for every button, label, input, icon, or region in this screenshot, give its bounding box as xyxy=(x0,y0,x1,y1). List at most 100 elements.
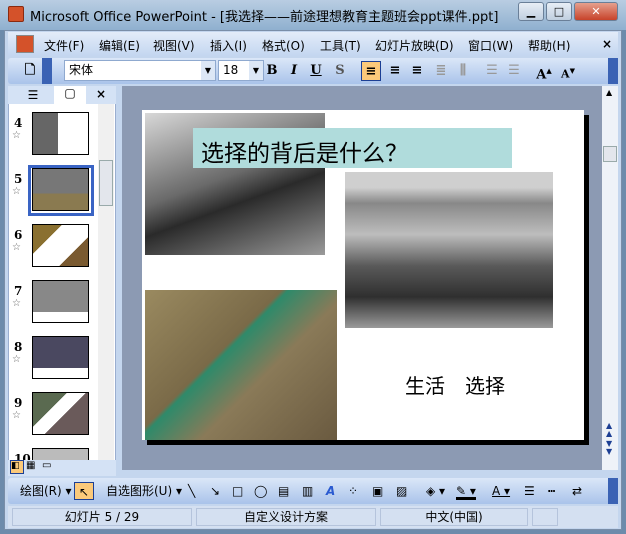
menu-help[interactable]: 帮助(H) xyxy=(528,37,570,54)
shadow-button[interactable]: S xyxy=(330,61,350,81)
maximize-button[interactable]: □ xyxy=(546,2,572,21)
scroll-up-icon[interactable]: ▲ xyxy=(606,88,612,97)
bullets-icon[interactable]: ☰ xyxy=(504,61,524,81)
animation-star-icon: ☆ xyxy=(12,354,21,365)
menu-tools[interactable]: 工具(T) xyxy=(320,37,361,54)
animation-star-icon: ☆ xyxy=(12,298,21,309)
font-name-select[interactable]: 宋体 ▼ xyxy=(64,60,216,81)
align-right-button[interactable]: ≡ xyxy=(407,61,427,81)
thumbnail-slide-9[interactable]: 9 ☆ xyxy=(8,392,100,438)
new-file-icon[interactable]: 🗋 xyxy=(20,61,40,81)
pane-tabs: ☰ ▢ × xyxy=(8,86,116,104)
slide-number: 5 xyxy=(14,172,23,186)
vertical-text-icon[interactable]: ⫼ xyxy=(453,61,473,81)
status-design: 自定义设计方案 xyxy=(196,508,376,526)
autoshapes-label: 自选图形(U) xyxy=(106,484,173,498)
font-name-value: 宋体 xyxy=(69,63,94,77)
animation-star-icon: ☆ xyxy=(12,130,21,141)
title-box[interactable]: 选择的背后是什么？ xyxy=(193,128,512,168)
slide-canvas[interactable]: 选择的背后是什么？ 生活 选择 xyxy=(142,110,584,440)
thumbnail-slide-5[interactable]: 5 ☆ xyxy=(8,168,100,214)
powerpoint-app-icon[interactable] xyxy=(8,6,24,22)
arrow-icon[interactable]: ↘ xyxy=(210,482,220,500)
numbering-icon[interactable]: ☰ xyxy=(482,61,502,81)
underline-button[interactable]: U xyxy=(306,61,326,81)
menu-view[interactable]: 视图(V) xyxy=(153,37,195,54)
toolbar-options-icon[interactable] xyxy=(42,58,52,84)
thumbnail-slide-4[interactable]: 4 ☆ xyxy=(8,112,100,158)
toolbar-options-icon[interactable] xyxy=(608,58,618,84)
italic-button[interactable]: I xyxy=(284,61,304,81)
slide-thumbnail xyxy=(32,392,89,435)
status-language: 中文(中国) xyxy=(380,508,528,526)
slideshow-button[interactable]: ▭ xyxy=(42,460,51,471)
draw-label: 绘图(R) xyxy=(20,484,62,498)
slide-number: 9 xyxy=(14,396,23,410)
menu-window[interactable]: 窗口(W) xyxy=(468,37,513,54)
distribute-icon[interactable]: ≣ xyxy=(431,61,451,81)
minimize-button[interactable]: ▁ xyxy=(518,2,544,21)
font-size-select[interactable]: 18 ▼ xyxy=(218,60,264,81)
normal-view-button[interactable]: ◧ xyxy=(10,460,24,474)
increase-font-icon[interactable]: A▲ xyxy=(534,61,554,82)
draw-menu[interactable]: 绘图(R) ▾ xyxy=(20,482,72,500)
tab-outline[interactable]: ☰ xyxy=(16,88,50,104)
menu-edit[interactable]: 编辑(E) xyxy=(99,37,140,54)
tab-slides[interactable]: ▢ xyxy=(54,86,86,104)
toolbar-options-icon[interactable] xyxy=(608,478,618,504)
status-empty-pane xyxy=(532,508,558,526)
vertical-scrollbar[interactable]: ▲ ▲ ▲ ▼ ▼ xyxy=(602,86,618,470)
dash-style-icon[interactable]: ┅ xyxy=(548,482,555,500)
decrease-font-icon[interactable]: A▼ xyxy=(558,61,578,81)
menu-format[interactable]: 格式(O) xyxy=(262,37,305,54)
menu-insert[interactable]: 插入(I) xyxy=(210,37,247,54)
insert-picture-icon[interactable]: ▨ xyxy=(396,482,407,500)
next-slide-icon[interactable]: ▼ ▼ xyxy=(606,440,612,456)
document-icon[interactable] xyxy=(16,35,34,53)
vertical-textbox-icon[interactable]: ▥ xyxy=(302,482,313,500)
slide-sorter-button[interactable]: ▦ xyxy=(26,460,35,471)
line-icon[interactable]: ╲ xyxy=(188,482,195,500)
animation-star-icon: ☆ xyxy=(12,410,21,421)
slide-thumbnail xyxy=(32,280,89,323)
autoshapes-menu[interactable]: 自选图形(U) ▾ xyxy=(106,482,182,500)
align-left-button[interactable]: ≡ xyxy=(361,61,381,81)
slide-number: 7 xyxy=(14,284,23,298)
previous-slide-icon[interactable]: ▲ ▲ xyxy=(606,422,612,438)
status-slide-number: 幻灯片 5 / 29 xyxy=(12,508,192,526)
scrollbar-thumb[interactable] xyxy=(603,146,617,162)
thumbnail-slide-8[interactable]: 8 ☆ xyxy=(8,336,100,382)
menu-slideshow[interactable]: 幻灯片放映(D) xyxy=(375,37,454,54)
textbox-icon[interactable]: ▤ xyxy=(278,482,289,500)
fill-color-icon[interactable]: ◈ ▾ xyxy=(426,482,445,500)
arrow-style-icon[interactable]: ⇄ xyxy=(572,482,582,500)
scrollbar-thumb[interactable] xyxy=(99,160,113,206)
diagram-icon[interactable]: ⁘ xyxy=(348,482,358,500)
line-color-icon[interactable]: ✎ ▾ xyxy=(456,482,476,500)
select-pointer-icon[interactable]: ↖ xyxy=(74,482,94,500)
bold-button[interactable]: B xyxy=(262,61,282,81)
close-window-button[interactable]: ✕ xyxy=(574,2,618,21)
slide-caption: 生活 选择 xyxy=(405,374,505,398)
clipart-icon[interactable]: ▣ xyxy=(372,482,383,500)
slide-thumbnail xyxy=(32,224,89,267)
menu-file[interactable]: 文件(F) xyxy=(44,37,84,54)
oval-icon[interactable]: ◯ xyxy=(254,482,267,500)
line-style-icon[interactable]: ☰ xyxy=(524,482,535,500)
close-pane-icon[interactable]: × xyxy=(96,87,106,101)
slide-title: 选择的背后是什么？ xyxy=(201,141,408,167)
thumbnail-slide-7[interactable]: 7 ☆ xyxy=(8,280,100,326)
window-title: Microsoft Office PowerPoint - [我选择——前途理想… xyxy=(30,10,499,25)
thumbnail-slide-6[interactable]: 6 ☆ xyxy=(8,224,100,270)
formatting-toolbar: 🗋 宋体 ▼ 18 ▼ B I U S ≡ ≡ ≡ ≣ ⫼ ☰ ☰ A▲ A▼ xyxy=(8,58,618,84)
font-color-icon[interactable]: A ▾ xyxy=(492,482,510,500)
wordart-icon[interactable]: A xyxy=(326,482,335,500)
align-center-button[interactable]: ≡ xyxy=(385,61,405,81)
rectangle-icon[interactable]: □ xyxy=(232,482,243,500)
drawing-toolbar: 绘图(R) ▾ ↖ 自选图形(U) ▾ ╲ ↘ □ ◯ ▤ ▥ A ⁘ ▣ ▨ … xyxy=(8,478,618,504)
font-size-value: 18 xyxy=(223,63,239,77)
slide-number: 8 xyxy=(14,340,23,354)
thumbnail-scrollbar[interactable] xyxy=(98,104,114,460)
close-document-icon[interactable]: × xyxy=(602,37,612,51)
view-buttons: ◧ ▦ ▭ xyxy=(8,460,116,476)
